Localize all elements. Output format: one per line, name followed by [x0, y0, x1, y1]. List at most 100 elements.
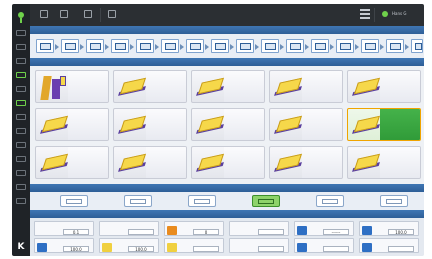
- parameter-field[interactable]: [164, 238, 224, 253]
- nav-icon-active[interactable]: [16, 72, 26, 78]
- arrow-icon: [230, 44, 234, 50]
- process-step-8[interactable]: [211, 39, 229, 53]
- blue-tool-icon: [297, 226, 307, 235]
- parameter-value[interactable]: [258, 246, 284, 252]
- step-icon: [365, 43, 376, 50]
- menu-button[interactable]: [360, 9, 370, 20]
- nav-icon-2[interactable]: [16, 44, 26, 50]
- panel-icon: [196, 115, 225, 134]
- process-step-3[interactable]: [86, 39, 104, 53]
- left-toolbar: K: [12, 4, 30, 256]
- tool-tab-5[interactable]: [316, 195, 344, 207]
- nav-icon-12[interactable]: [16, 184, 26, 190]
- product-tile[interactable]: [269, 108, 343, 141]
- step-icon: [240, 43, 251, 50]
- parameter-field[interactable]: 0: [164, 221, 224, 236]
- nav-icon-8[interactable]: [16, 128, 26, 134]
- nav-icon-7[interactable]: [16, 114, 26, 120]
- process-step-14[interactable]: [361, 39, 379, 53]
- arrow-icon: [205, 44, 209, 50]
- tool-tab-active[interactable]: [252, 195, 280, 207]
- product-tile[interactable]: [191, 70, 265, 103]
- nav-icon-11[interactable]: [16, 170, 26, 176]
- nav-icon-1[interactable]: [16, 30, 26, 36]
- blue-tool-icon: [362, 243, 372, 252]
- parameter-field[interactable]: 100.0: [34, 238, 94, 253]
- parameter-value[interactable]: [388, 246, 414, 252]
- process-step-10[interactable]: [261, 39, 279, 53]
- product-tile[interactable]: [113, 70, 187, 103]
- parameter-value[interactable]: [128, 229, 154, 235]
- process-step-11[interactable]: [286, 39, 304, 53]
- process-step-1[interactable]: [36, 39, 54, 53]
- folder-button[interactable]: [56, 7, 72, 23]
- arrow-icon: [130, 44, 134, 50]
- panel-icon: [274, 115, 303, 134]
- product-tile[interactable]: [35, 108, 109, 141]
- gauge-button[interactable]: [104, 7, 120, 23]
- parameter-field[interactable]: [99, 221, 159, 236]
- product-tile[interactable]: [191, 108, 265, 141]
- blue-tool-icon: [37, 243, 47, 252]
- arrow-icon: [380, 44, 384, 50]
- product-tile[interactable]: [347, 146, 421, 179]
- product-tile[interactable]: [35, 70, 109, 103]
- process-step-16[interactable]: [411, 39, 423, 53]
- nav-icon-13[interactable]: [16, 198, 26, 204]
- product-tile[interactable]: [269, 70, 343, 103]
- gauge-icon: [108, 10, 116, 18]
- product-tile[interactable]: [113, 146, 187, 179]
- product-tile[interactable]: [191, 146, 265, 179]
- parameter-value[interactable]: 0: [193, 229, 219, 235]
- tool-tab-3[interactable]: [188, 195, 216, 207]
- parameter-value[interactable]: 100.0: [63, 246, 89, 252]
- parameter-value[interactable]: [193, 246, 219, 252]
- arrow-icon: [280, 44, 284, 50]
- nav-icon-6[interactable]: [16, 100, 26, 106]
- user-name[interactable]: Hans G: [392, 11, 406, 16]
- nav-icon-9[interactable]: [16, 142, 26, 148]
- process-step-4[interactable]: [111, 39, 129, 53]
- process-step-9[interactable]: [236, 39, 254, 53]
- product-tile[interactable]: [269, 146, 343, 179]
- process-step-2[interactable]: [61, 39, 79, 53]
- parameter-field[interactable]: 100.0: [99, 238, 159, 253]
- parameter-value[interactable]: 100.0: [388, 229, 414, 235]
- process-step-6[interactable]: [161, 39, 179, 53]
- process-step-15[interactable]: [386, 39, 404, 53]
- nav-icon-10[interactable]: [16, 156, 26, 162]
- process-step-12[interactable]: [311, 39, 329, 53]
- parameter-field[interactable]: [229, 238, 289, 253]
- product-tile[interactable]: [347, 70, 421, 103]
- parameter-field[interactable]: [294, 238, 354, 253]
- product-tile-selected[interactable]: [347, 108, 421, 141]
- parameter-value[interactable]: 0.1: [63, 229, 89, 235]
- parameter-value[interactable]: 100.0: [128, 246, 154, 252]
- nav-icon-5[interactable]: [16, 86, 26, 92]
- nav-icon-3[interactable]: [16, 58, 26, 64]
- parameter-value[interactable]: [323, 246, 349, 252]
- product-tile[interactable]: [113, 108, 187, 141]
- parameter-field[interactable]: 0.1: [34, 221, 94, 236]
- parameter-field[interactable]: [229, 221, 289, 236]
- toolbar-divider: [100, 8, 101, 22]
- tool-tab-2[interactable]: [124, 195, 152, 207]
- parameters-section-header: [30, 210, 424, 218]
- parameter-field[interactable]: [359, 238, 419, 253]
- tool-button[interactable]: [80, 7, 96, 23]
- home-button[interactable]: [36, 7, 52, 23]
- tool-icon: [386, 199, 402, 204]
- product-tile[interactable]: [35, 146, 109, 179]
- tool-icon: [130, 199, 146, 204]
- process-step-5[interactable]: [136, 39, 154, 53]
- process-step-13[interactable]: [336, 39, 354, 53]
- parameter-field[interactable]: ------: [294, 221, 354, 236]
- tool-tab-6[interactable]: [380, 195, 408, 207]
- parameter-value[interactable]: [258, 229, 284, 235]
- parameter-value[interactable]: ------: [323, 229, 349, 235]
- parameter-field[interactable]: 100.0: [359, 221, 419, 236]
- product-grid: [30, 66, 424, 184]
- arrow-icon: [55, 44, 59, 50]
- tool-tab-1[interactable]: [60, 195, 88, 207]
- process-step-7[interactable]: [186, 39, 204, 53]
